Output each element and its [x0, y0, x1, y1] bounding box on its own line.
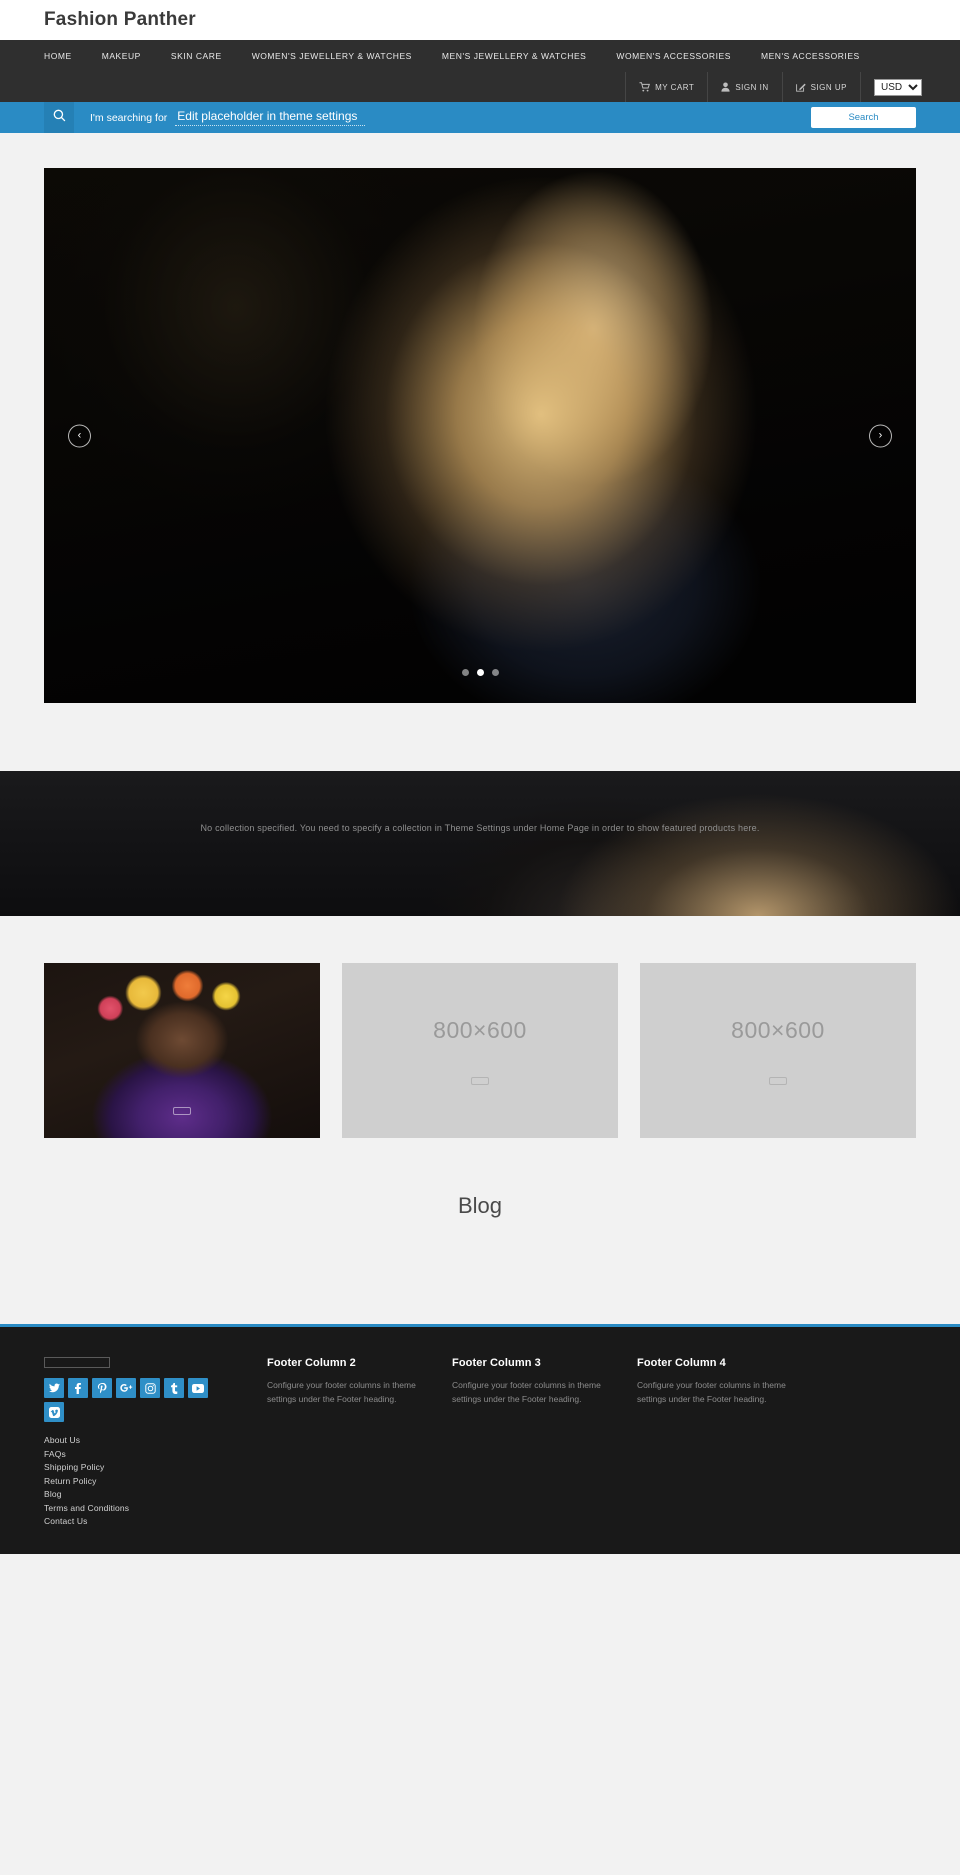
hero-carousel: ‹ › [44, 168, 916, 703]
footer-link-blog[interactable]: Blog [44, 1489, 229, 1499]
tile-caption-bar-2 [471, 1076, 489, 1085]
footer-column-1: About Us FAQs Shipping Policy Return Pol… [44, 1357, 229, 1526]
carousel-next-button[interactable]: › [869, 424, 892, 447]
promo-tiles-section: 800×600 800×600 [0, 916, 960, 1138]
footer-link-faqs[interactable]: FAQs [44, 1449, 229, 1459]
footer-column-2-body: Configure your footer columns in theme s… [267, 1380, 416, 1405]
facebook-icon[interactable] [68, 1378, 88, 1398]
footer-link-list: About Us FAQs Shipping Policy Return Pol… [44, 1435, 229, 1526]
carousel-dot-2[interactable] [476, 669, 484, 676]
footer-column-2: Footer Column 2 Configure your footer co… [267, 1357, 452, 1526]
my-cart-label: MY CART [655, 82, 695, 92]
footer-column-3-heading: Footer Column 3 [452, 1357, 541, 1369]
cart-icon [639, 82, 651, 92]
nav-item-womens-accessories[interactable]: WOMEN'S ACCESSORIES [616, 51, 731, 61]
carousel-pagination [44, 669, 916, 676]
youtube-icon[interactable] [188, 1378, 208, 1398]
signup-pencil-icon [795, 82, 806, 92]
promo-tile-2[interactable]: 800×600 [342, 963, 618, 1138]
nav-item-mens-accessories[interactable]: MEN'S ACCESSORIES [761, 51, 860, 61]
footer-column-4-body: Configure your footer columns in theme s… [637, 1380, 786, 1405]
footer-column-3-body: Configure your footer columns in theme s… [452, 1380, 601, 1405]
sign-in-label: SIGN IN [735, 82, 769, 92]
hero-section: ‹ › [0, 133, 960, 771]
vimeo-icon[interactable] [44, 1402, 64, 1422]
search-label: I'm searching for [90, 111, 168, 124]
currency-select[interactable]: USD [874, 78, 922, 96]
nav-item-makeup[interactable]: MAKEUP [102, 51, 141, 61]
tile-placeholder-size-2: 800×600 [433, 1016, 527, 1043]
footer-link-about-us[interactable]: About Us [44, 1435, 229, 1445]
footer-column-4: Footer Column 4 Configure your footer co… [637, 1357, 822, 1526]
nav-item-mens-jewellery-watches[interactable]: MEN'S JEWELLERY & WATCHES [442, 51, 586, 61]
site-footer: About Us FAQs Shipping Policy Return Pol… [0, 1327, 960, 1554]
header-nav-wrapper: HOME MAKEUP SKIN CARE WOMEN'S JEWELLERY … [0, 40, 960, 102]
sign-up-label: SIGN UP [810, 82, 847, 92]
search-button[interactable]: Search [811, 107, 916, 128]
footer-link-terms-and-conditions[interactable]: Terms and Conditions [44, 1503, 229, 1513]
user-icon [721, 82, 730, 92]
featured-collection-band: No collection specified. You need to spe… [0, 771, 960, 916]
logo-bar: Fashion Panther [0, 0, 960, 40]
footer-spacer [229, 1357, 267, 1526]
google-plus-icon[interactable] [116, 1378, 136, 1398]
footer-column-2-heading: Footer Column 2 [267, 1357, 356, 1369]
pinterest-icon[interactable] [92, 1378, 112, 1398]
tile-caption-bar-3 [769, 1076, 787, 1085]
footer-link-return-policy[interactable]: Return Policy [44, 1476, 229, 1486]
featured-empty-message: No collection specified. You need to spe… [200, 823, 760, 833]
sign-in-button[interactable]: SIGN IN [707, 72, 781, 102]
promo-tile-3[interactable]: 800×600 [640, 963, 916, 1138]
nav-item-skin-care[interactable]: SKIN CARE [171, 51, 222, 61]
my-cart-button[interactable]: MY CART [625, 72, 707, 102]
tile-placeholder-size-3: 800×600 [731, 1016, 825, 1043]
blog-section: Blog [0, 1138, 960, 1324]
carousel-dot-1[interactable] [461, 669, 469, 676]
search-input[interactable] [175, 109, 366, 126]
newsletter-input[interactable] [44, 1357, 110, 1368]
nav-item-home[interactable]: HOME [44, 51, 72, 61]
footer-column-4-heading: Footer Column 4 [637, 1357, 726, 1369]
storefront-page: Fashion Panther HOME MAKEUP SKIN CARE WO… [0, 0, 960, 1554]
carousel-prev-button[interactable]: ‹ [68, 424, 91, 447]
search-submit-icon-button[interactable] [44, 102, 74, 133]
footer-link-shipping-policy[interactable]: Shipping Policy [44, 1462, 229, 1472]
footer-column-3: Footer Column 3 Configure your footer co… [452, 1357, 637, 1526]
search-bar: I'm searching for Search [0, 102, 960, 133]
carousel-dot-3[interactable] [491, 669, 499, 676]
social-links [44, 1378, 212, 1422]
tile-caption-bar-1 [173, 1107, 191, 1115]
nav-item-womens-jewellery-watches[interactable]: WOMEN'S JEWELLERY & WATCHES [252, 51, 412, 61]
site-logo[interactable]: Fashion Panther [44, 9, 196, 31]
search-icon [53, 109, 66, 127]
promo-tile-1[interactable] [44, 963, 320, 1138]
utility-bar: MY CART SIGN IN SIGN UP USD [0, 72, 960, 102]
hero-slide-image [44, 168, 916, 703]
sign-up-button[interactable]: SIGN UP [781, 72, 860, 102]
main-navigation: HOME MAKEUP SKIN CARE WOMEN'S JEWELLERY … [0, 40, 960, 72]
blog-heading: Blog [457, 1193, 503, 1218]
footer-link-contact-us[interactable]: Contact Us [44, 1516, 229, 1526]
instagram-icon[interactable] [140, 1378, 160, 1398]
promo-tiles-row: 800×600 800×600 [44, 963, 916, 1138]
currency-selector-wrapper: USD [860, 72, 928, 102]
twitter-icon[interactable] [44, 1378, 64, 1398]
tumblr-icon[interactable] [164, 1378, 184, 1398]
